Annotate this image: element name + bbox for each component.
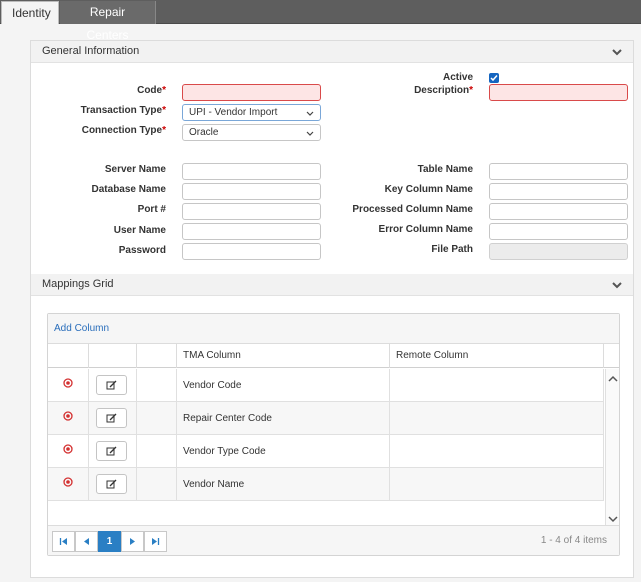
tab-repair-centers[interactable]: Repair Centers <box>60 1 156 42</box>
transaction-type-select[interactable]: UPI - Vendor Import <box>182 104 321 121</box>
grid-toolbar: Add Column <box>48 314 619 344</box>
server-name-field[interactable] <box>182 163 321 180</box>
edit-button[interactable] <box>96 474 127 494</box>
next-page-icon <box>130 538 135 545</box>
add-column-link[interactable]: Add Column <box>54 323 109 334</box>
mappings-grid-header[interactable]: Mappings Grid <box>31 274 633 296</box>
edit-button[interactable] <box>96 441 127 461</box>
tab-identity[interactable]: Identity <box>1 1 59 24</box>
description-label: Description* <box>414 85 473 96</box>
password-field[interactable] <box>182 243 321 260</box>
file-path-field <box>489 243 628 260</box>
chevron-down-icon[interactable] <box>611 46 623 58</box>
error-column-name-field[interactable] <box>489 223 628 240</box>
key-column-name-label: Key Column Name <box>384 184 473 195</box>
tma-column-cell: Vendor Type Code <box>177 435 390 468</box>
processed-column-name-field[interactable] <box>489 203 628 220</box>
edit-icon <box>106 380 117 389</box>
remote-column-cell[interactable] <box>390 369 604 402</box>
checkmark-icon <box>490 75 498 82</box>
tma-column-cell: Repair Center Code <box>177 402 390 435</box>
general-information-title: General Information <box>42 45 140 57</box>
connection-type-label: Connection Type* <box>81 125 166 136</box>
scroll-down-icon[interactable] <box>608 515 618 523</box>
grid-header: TMA Column Remote Column <box>48 344 619 368</box>
header-delete-col <box>48 344 89 368</box>
header-blank-col <box>137 344 177 368</box>
grid-scrollbar[interactable] <box>605 369 619 525</box>
first-page-button[interactable] <box>52 531 75 552</box>
edit-button[interactable] <box>96 375 127 395</box>
pager-info: 1 - 4 of 4 items <box>540 535 607 546</box>
key-column-name-field[interactable] <box>489 183 628 200</box>
tab-bar: Identity Repair Centers <box>0 0 641 42</box>
edit-button[interactable] <box>96 408 127 428</box>
mappings-grid: Add Column TMA Column Remote Column Vend… <box>47 313 620 556</box>
delete-icon[interactable] <box>63 444 73 454</box>
grid-pager: 1 1 - 4 of 4 items <box>48 525 619 555</box>
port-label: Port # <box>137 204 166 215</box>
last-page-icon <box>152 538 160 545</box>
description-field[interactable] <box>489 84 628 101</box>
password-label: Password <box>118 245 166 256</box>
remote-column-cell[interactable] <box>390 435 604 468</box>
port-field[interactable] <box>182 203 321 220</box>
active-checkbox[interactable] <box>489 73 499 83</box>
tma-column-cell: Vendor Name <box>177 468 390 501</box>
server-name-label: Server Name <box>104 164 166 175</box>
table-row: Repair Center Code <box>48 402 604 435</box>
table-name-field[interactable] <box>489 163 628 180</box>
processed-column-name-label: Processed Column Name <box>352 204 473 215</box>
mappings-grid-title: Mappings Grid <box>42 278 114 290</box>
active-label: Active <box>442 72 473 83</box>
connection-type-select[interactable]: Oracle <box>182 124 321 141</box>
prev-page-icon <box>84 538 89 545</box>
edit-icon <box>106 446 117 455</box>
user-name-field[interactable] <box>182 223 321 240</box>
table-row: Vendor Type Code <box>48 435 604 468</box>
last-page-button[interactable] <box>144 531 167 552</box>
edit-icon <box>106 413 117 422</box>
chevron-down-icon <box>306 111 314 116</box>
general-information-header[interactable]: General Information <box>31 41 633 63</box>
table-name-label: Table Name <box>417 164 473 175</box>
user-name-label: User Name <box>113 225 166 236</box>
form-panel: General Information Code* Transaction Ty… <box>30 40 634 578</box>
table-row: Vendor Name <box>48 468 604 501</box>
first-page-icon <box>59 538 67 545</box>
page-1-button[interactable]: 1 <box>98 531 121 552</box>
delete-icon[interactable] <box>63 378 73 388</box>
header-edit-col <box>89 344 137 368</box>
remote-column-cell[interactable] <box>390 402 604 435</box>
header-remote-column[interactable]: Remote Column <box>390 344 604 368</box>
remote-column-cell[interactable] <box>390 468 604 501</box>
scroll-up-icon[interactable] <box>608 375 618 383</box>
error-column-name-label: Error Column Name <box>378 224 473 235</box>
chevron-down-icon <box>306 131 314 136</box>
transaction-type-label: Transaction Type* <box>80 105 166 116</box>
database-name-label: Database Name <box>91 184 166 195</box>
next-page-button[interactable] <box>121 531 144 552</box>
delete-icon[interactable] <box>63 411 73 421</box>
file-path-label: File Path <box>431 244 473 255</box>
transaction-type-value: UPI - Vendor Import <box>189 107 278 118</box>
code-field[interactable] <box>182 84 321 101</box>
database-name-field[interactable] <box>182 183 321 200</box>
header-tma-column[interactable]: TMA Column <box>177 344 390 368</box>
connection-type-value: Oracle <box>189 127 219 138</box>
chevron-down-icon[interactable] <box>611 279 623 291</box>
code-label: Code* <box>137 85 166 96</box>
table-row: Vendor Code <box>48 369 604 402</box>
tma-column-cell: Vendor Code <box>177 369 390 402</box>
edit-icon <box>106 479 117 488</box>
delete-icon[interactable] <box>63 477 73 487</box>
prev-page-button[interactable] <box>75 531 98 552</box>
